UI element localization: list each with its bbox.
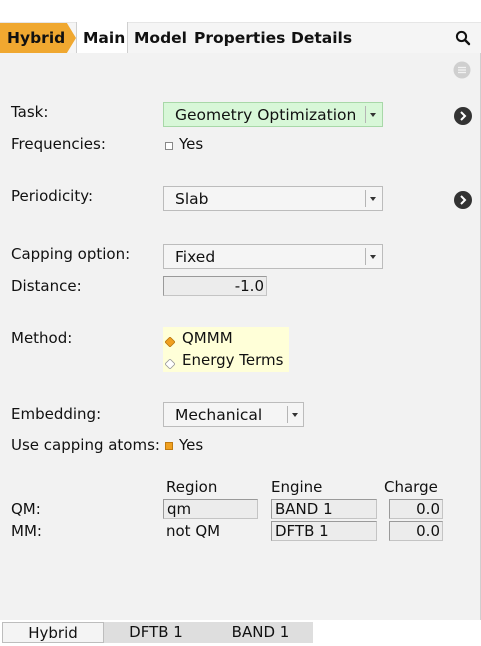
embedding-value: Mechanical (175, 406, 263, 424)
qm-region-value: qm (167, 500, 192, 518)
embedding-dropdown[interactable]: Mechanical (163, 402, 304, 427)
mm-engine-field[interactable]: DFTB 1 (271, 521, 377, 541)
mm-charge-input[interactable]: 0.0 (389, 521, 443, 541)
use-capping-value: Yes (179, 436, 204, 454)
chevron-down-icon (370, 197, 376, 201)
row-label-qm: QM: (11, 500, 41, 518)
tab-properties[interactable]: Properties (194, 23, 285, 53)
task-value: Geometry Optimization (175, 106, 357, 124)
use-capping-checkbox[interactable] (165, 442, 173, 450)
method-option-energy-terms[interactable]: Energy Terms (182, 351, 283, 369)
method-radio-group: QMMM Energy Terms (163, 327, 289, 372)
search-icon[interactable] (455, 30, 471, 50)
qm-region-input[interactable]: qm (163, 499, 258, 519)
periodicity-dropdown[interactable]: Slab (163, 186, 383, 211)
tab-main[interactable]: Main (76, 22, 128, 54)
distance-value: -1.0 (234, 277, 264, 295)
qm-charge-value: 0.0 (416, 500, 440, 518)
method-radio-energy-terms[interactable] (164, 355, 176, 373)
qm-engine-field[interactable]: BAND 1 (271, 499, 377, 519)
engine-tab-band[interactable]: BAND 1 (208, 622, 313, 643)
engine-tab-dftb[interactable]: DFTB 1 (104, 622, 208, 643)
column-header-region: Region (166, 478, 218, 496)
method-option-qmmm[interactable]: QMMM (182, 329, 233, 347)
row-label-mm: MM: (11, 522, 42, 540)
mm-region-value: not QM (166, 522, 221, 540)
chevron-down-icon (370, 113, 376, 117)
capping-label: Capping option: (11, 245, 131, 263)
column-header-engine: Engine (271, 478, 323, 496)
distance-input[interactable]: -1.0 (163, 276, 267, 296)
main-panel: Task: Geometry Optimization Frequencies:… (0, 53, 481, 623)
embedding-label: Embedding: (11, 405, 102, 423)
menu-icon[interactable] (453, 61, 471, 83)
mm-charge-value: 0.0 (416, 522, 440, 540)
periodicity-value: Slab (175, 190, 209, 208)
tab-model[interactable]: Model (134, 23, 187, 53)
distance-label: Distance: (11, 277, 82, 295)
chevron-down-icon (370, 255, 376, 259)
qm-engine-value: BAND 1 (275, 500, 333, 518)
chevron-down-icon (292, 413, 298, 417)
column-header-charge: Charge (384, 478, 438, 496)
task-dropdown[interactable]: Geometry Optimization (163, 102, 383, 127)
tab-hybrid[interactable]: Hybrid (0, 23, 76, 53)
frequencies-label: Frequencies: (11, 135, 106, 153)
periodicity-label: Periodicity: (11, 187, 94, 205)
tab-bar: Hybrid Main Model Properties Details (0, 22, 481, 54)
capping-value: Fixed (175, 248, 216, 266)
qm-charge-input[interactable]: 0.0 (389, 499, 443, 519)
frequencies-checkbox[interactable] (165, 142, 173, 150)
chevron-right-icon[interactable] (454, 107, 472, 125)
method-label: Method: (11, 329, 73, 347)
method-radio-qmmm[interactable] (164, 333, 176, 351)
tab-details[interactable]: Details (291, 23, 352, 53)
engine-tab-bar: Hybrid DFTB 1 BAND 1 (0, 620, 481, 646)
frequencies-value: Yes (179, 135, 204, 153)
use-capping-label: Use capping atoms: (11, 436, 160, 454)
mm-engine-value: DFTB 1 (275, 522, 329, 540)
capping-dropdown[interactable]: Fixed (163, 244, 383, 269)
title-strip (0, 0, 481, 23)
engine-tab-hybrid[interactable]: Hybrid (2, 622, 104, 643)
chevron-right-icon[interactable] (454, 191, 472, 209)
task-label: Task: (11, 103, 49, 121)
